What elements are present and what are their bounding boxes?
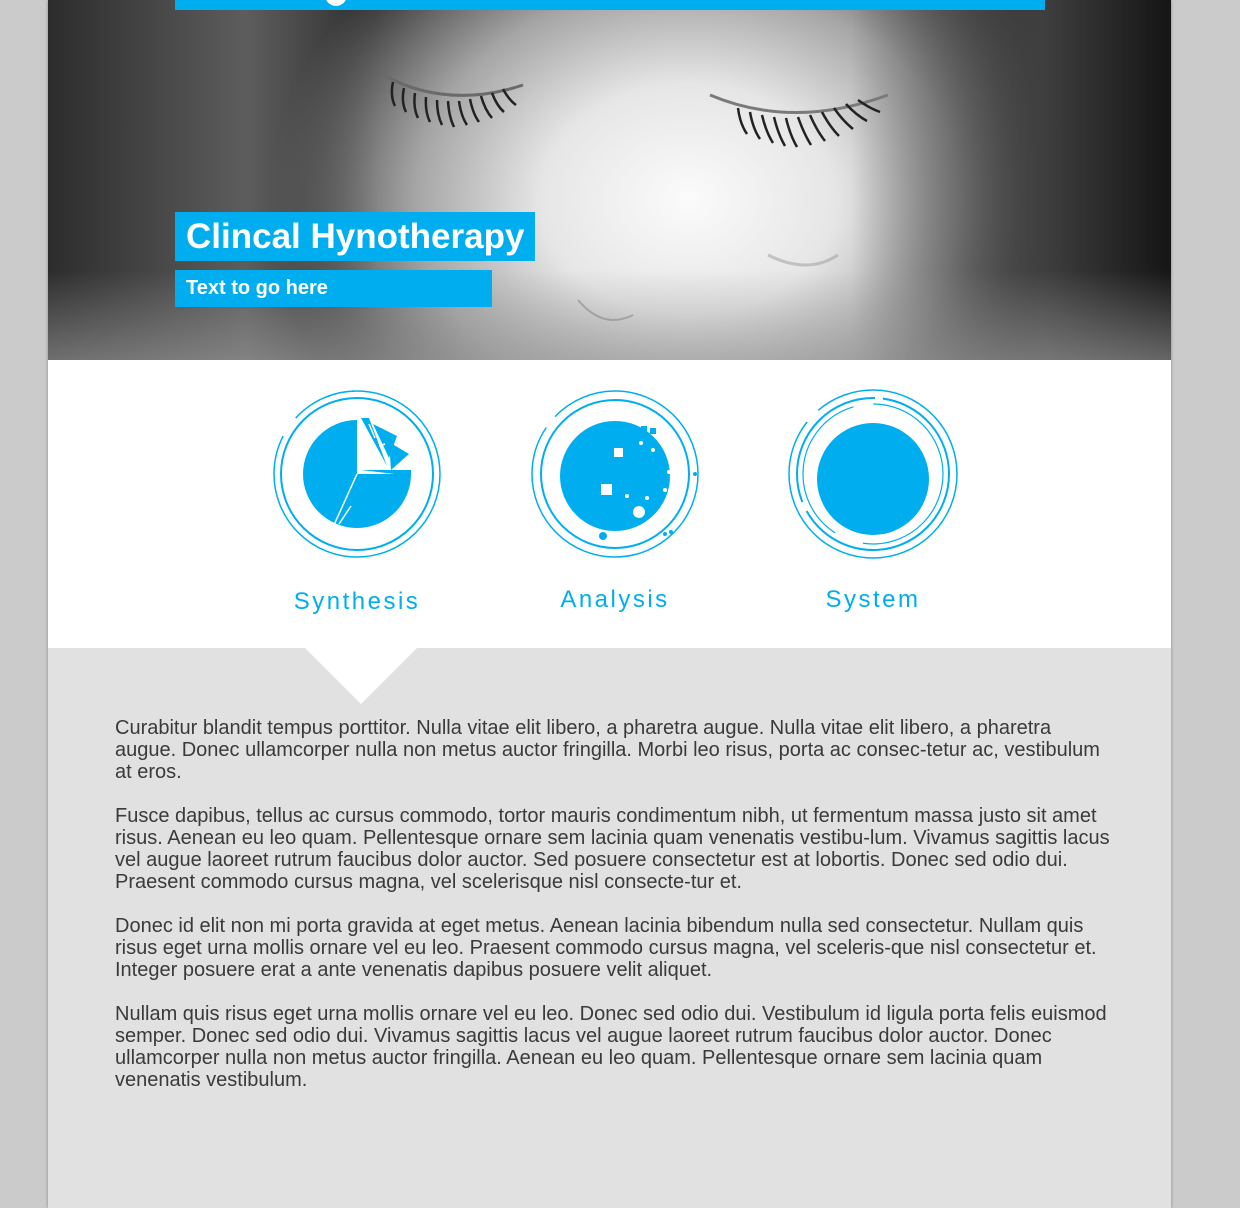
hero-title: Clincal Hynotherapy bbox=[175, 212, 536, 261]
top-accent-bar bbox=[175, 0, 1045, 10]
feature-synthesis[interactable]: Synthesis bbox=[227, 360, 487, 648]
scatter-dots-icon bbox=[531, 390, 699, 558]
pie-chart-icon bbox=[273, 390, 441, 558]
paragraph-2: Fusce dapibus, tellus ac cursus commodo,… bbox=[115, 805, 1110, 893]
hero-subtitle: Text to go here bbox=[175, 270, 492, 307]
feature-system[interactable]: System bbox=[743, 360, 1003, 648]
paragraph-3: Donec id elit non mi porta gravida at eg… bbox=[115, 915, 1097, 981]
solid-circle-icon bbox=[788, 389, 958, 559]
feature-strip: Synthesis Analysis System bbox=[48, 360, 1171, 648]
paragraph-4: Nullam quis risus eget urna mollis ornar… bbox=[115, 1003, 1107, 1091]
section-pointer bbox=[305, 648, 417, 704]
page: Clincal Hynotherapy Text to go here Synt… bbox=[48, 0, 1171, 1208]
body-text: Curabitur blandit tempus porttitor. Null… bbox=[115, 717, 1115, 1113]
feature-label-synthesis: Synthesis bbox=[293, 588, 421, 615]
feature-label-system: System bbox=[825, 586, 921, 613]
feature-analysis[interactable]: Analysis bbox=[485, 360, 745, 648]
hero-banner: Clincal Hynotherapy Text to go here bbox=[48, 0, 1171, 360]
feature-label-analysis: Analysis bbox=[560, 586, 670, 613]
paragraph-1: Curabitur blandit tempus porttitor. Null… bbox=[115, 717, 1100, 783]
